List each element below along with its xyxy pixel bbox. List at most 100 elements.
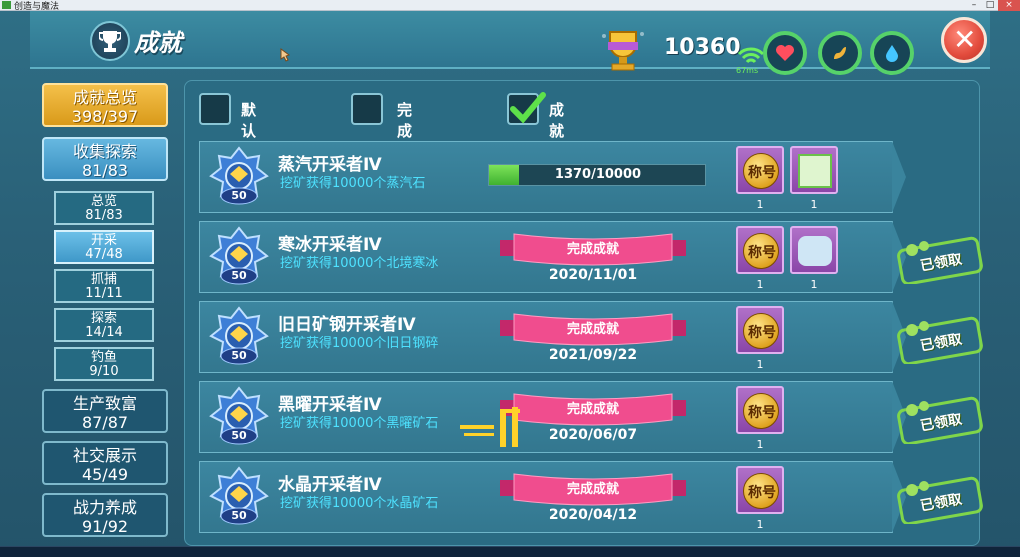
- title-coin-icon: 称号: [743, 233, 779, 269]
- achievement-desc: 挖矿获得10000个黑曜矿石: [280, 416, 439, 431]
- nav-social[interactable]: 社交展示 45/49: [42, 441, 168, 485]
- nav-sub-mining[interactable]: 开采 47/48: [54, 230, 154, 264]
- achievement-card: 50 黑曜开采者Ⅳ 挖矿获得10000个黑曜矿石 完成成就 2020/06/07…: [199, 381, 983, 453]
- game-screen: 创造与魔法 – □ × 成就 10360 67ms ✕ 成就总览 398/397…: [0, 0, 1020, 557]
- title-coin-icon: 称号: [743, 313, 779, 349]
- claimed-stamp: 已领取: [896, 472, 984, 526]
- flag-icon: [798, 154, 832, 188]
- nav-group-count: 87/87: [81, 413, 129, 432]
- reward-flag-slot[interactable]: 1: [790, 146, 838, 211]
- nav-total-count: 398/397: [71, 107, 139, 126]
- hand-cursor-icon: [280, 48, 291, 62]
- medal-points: 50: [231, 269, 247, 282]
- page-title: 成就: [134, 29, 182, 57]
- nav-sub-capture[interactable]: 抓捕 11/11: [54, 269, 154, 303]
- nav-sub-count: 47/48: [85, 247, 123, 262]
- ping-text: 67ms: [736, 66, 759, 75]
- achievement-name: 黑曜开采者Ⅳ: [278, 395, 382, 415]
- achievement-card: 50 蒸汽开采者Ⅳ 挖矿获得10000个蒸汽石 1370/10000 称号 1 …: [199, 141, 906, 213]
- category-nav: 成就总览 398/397 收集探索 81/83 总览 81/83 开采 47/4…: [30, 69, 180, 546]
- health-button[interactable]: [763, 31, 807, 75]
- wifi-signal-icon: [737, 47, 765, 64]
- progress-bar: 1370/10000: [488, 164, 706, 186]
- reward-label: 称号: [748, 165, 776, 181]
- card-tail: [892, 141, 906, 213]
- nav-sub-label: 钓鱼: [90, 350, 117, 365]
- nav-sub-overview[interactable]: 总览 81/83: [54, 191, 154, 225]
- nav-sub-count: 11/11: [85, 286, 123, 301]
- trophy-icon: [90, 21, 130, 61]
- nav-sub-count: 81/83: [85, 208, 123, 223]
- complete-label: 完成成就: [566, 482, 619, 497]
- claimed-stamp: 已领取: [896, 392, 984, 446]
- heart-icon: [776, 45, 794, 61]
- water-button[interactable]: [870, 31, 914, 75]
- reward-count: 1: [810, 278, 818, 291]
- close-button[interactable]: ✕: [941, 17, 987, 63]
- medal-icon: 50: [208, 466, 270, 530]
- complete-label: 完成成就: [566, 322, 619, 337]
- checkmark-icon: [510, 92, 546, 124]
- reward-label: 称号: [748, 325, 776, 341]
- nav-sub-explore[interactable]: 探索 14/14: [54, 308, 154, 342]
- achievement-desc: 挖矿获得10000个水晶矿石: [280, 496, 439, 511]
- complete-ribbon: 完成成就: [500, 310, 686, 346]
- reward-title-slot[interactable]: 称号 1: [736, 226, 784, 291]
- achievement-card: 50 寒冰开采者Ⅳ 挖矿获得10000个北境寒冰 完成成就 2020/11/01…: [199, 221, 983, 293]
- medal-points: 50: [231, 429, 247, 442]
- nav-sub-label: 开采: [90, 233, 117, 248]
- trophy-cup-icon: [602, 31, 644, 71]
- nav-total[interactable]: 成就总览 398/397: [42, 83, 168, 127]
- achievement-desc: 挖矿获得10000个蒸汽石: [280, 176, 426, 191]
- reward-label: 称号: [748, 485, 776, 501]
- window-close-icon[interactable]: ×: [998, 0, 1020, 11]
- reward-beast-slot[interactable]: 1: [790, 226, 838, 291]
- reward-count: 1: [756, 278, 764, 291]
- close-icon: ✕: [953, 23, 977, 56]
- nav-sub-label: 总览: [90, 194, 117, 209]
- achievement-name: 蒸汽开采者Ⅳ: [278, 155, 382, 175]
- achievement-panel: 默认排序 完成度排序 成就点排序 50 蒸汽开采者Ⅳ 挖矿获得10000个蒸汽石…: [184, 80, 983, 546]
- complete-date: 2020/11/01: [548, 267, 638, 283]
- complete-ribbon: 完成成就: [500, 470, 686, 506]
- reward-title-slot[interactable]: 称号 1: [736, 146, 784, 211]
- reward-count: 1: [756, 358, 764, 371]
- title-coin-icon: 称号: [743, 153, 779, 189]
- reward-count: 1: [756, 198, 764, 211]
- beast-icon: [798, 236, 832, 266]
- achievement-name: 寒冰开采者Ⅳ: [278, 235, 382, 255]
- yellow-glitch-mark: [460, 407, 520, 447]
- nav-group-label: 战力养成: [72, 498, 137, 517]
- reward-count: 1: [756, 518, 764, 531]
- header-bar: 成就 10360 67ms ✕: [30, 11, 990, 75]
- sort-default-checkbox[interactable]: [199, 93, 231, 125]
- nav-production[interactable]: 生产致富 87/87: [42, 389, 168, 433]
- achievement-card: 50 水晶开采者Ⅳ 挖矿获得10000个水晶矿石 完成成就 2020/04/12…: [199, 461, 983, 533]
- water-drop-icon: [886, 45, 898, 62]
- sort-completion-checkbox[interactable]: [351, 93, 383, 125]
- nav-sub-fishing[interactable]: 钓鱼 9/10: [54, 347, 154, 381]
- sort-points-checkbox[interactable]: [507, 92, 546, 125]
- nav-collect-count: 81/83: [81, 161, 129, 180]
- nav-collect-explore[interactable]: 收集探索 81/83: [42, 137, 168, 181]
- minimize-icon[interactable]: –: [966, 0, 982, 11]
- maximize-icon[interactable]: □: [982, 0, 998, 11]
- reward-label: 称号: [748, 245, 776, 261]
- reward-title-slot[interactable]: 称号 1: [736, 306, 784, 371]
- nav-sub-label: 抓捕: [90, 272, 117, 287]
- achievement-desc: 挖矿获得10000个旧日钢碎: [280, 336, 439, 351]
- nav-power[interactable]: 战力养成 91/92: [42, 493, 168, 537]
- nav-sub-count: 14/14: [85, 325, 123, 340]
- reward-title-slot[interactable]: 称号 1: [736, 466, 784, 531]
- nav-total-label: 成就总览: [72, 88, 137, 107]
- hunger-button[interactable]: [818, 31, 862, 75]
- title-coin-icon: 称号: [743, 473, 779, 509]
- complete-ribbon: 完成成就: [500, 230, 686, 266]
- reward-count: 1: [810, 198, 818, 211]
- reward-title-slot[interactable]: 称号 1: [736, 386, 784, 451]
- medal-icon: 50: [208, 146, 270, 210]
- achievement-desc: 挖矿获得10000个北境寒冰: [280, 256, 439, 271]
- food-icon: [834, 47, 846, 59]
- complete-label: 完成成就: [566, 242, 619, 257]
- medal-icon: 50: [208, 226, 270, 290]
